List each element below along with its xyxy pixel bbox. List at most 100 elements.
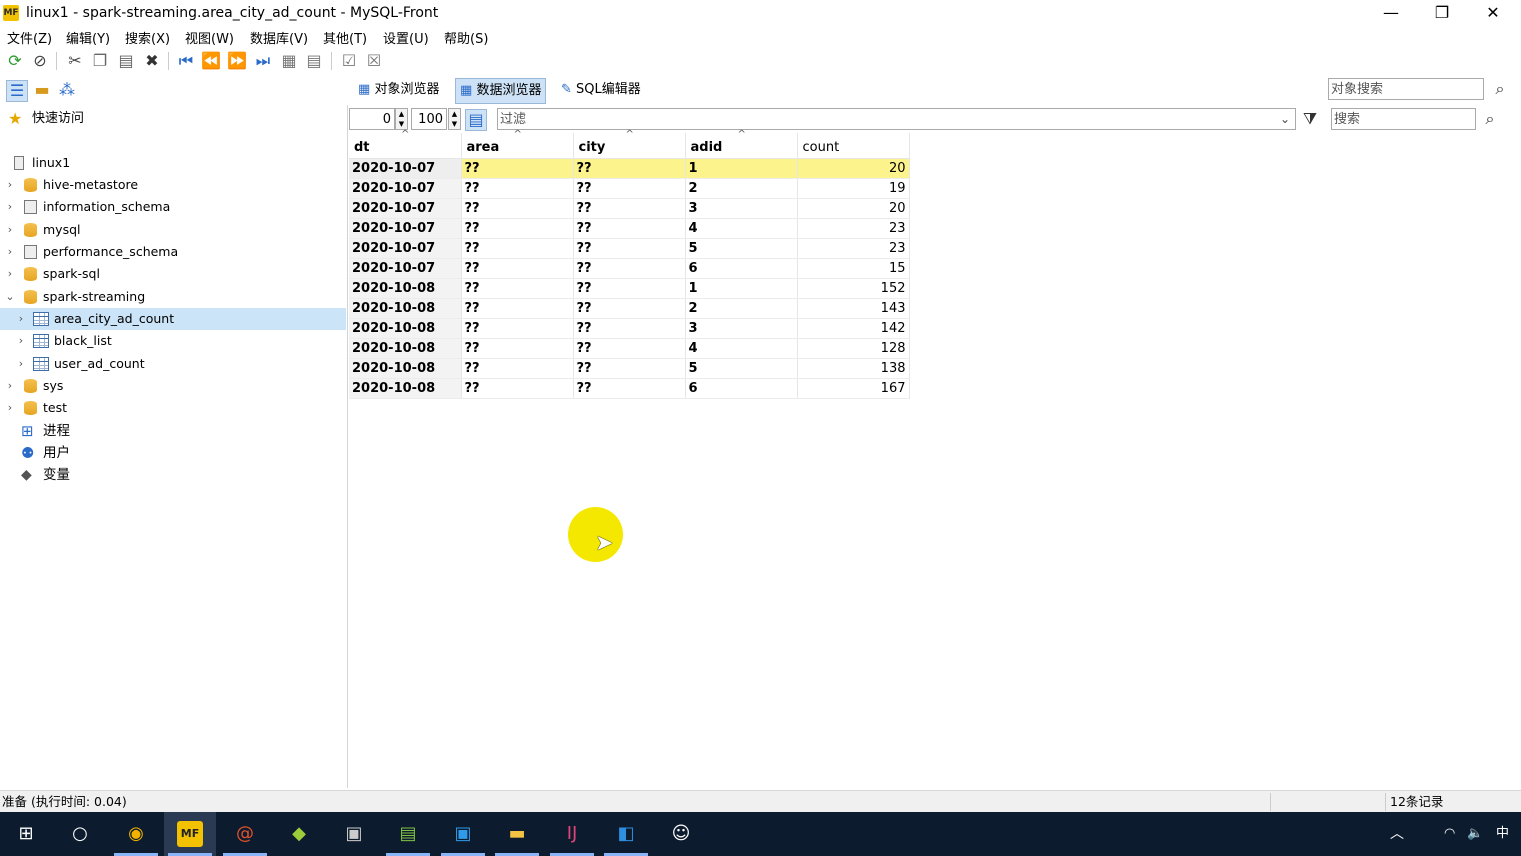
tree-item-database[interactable]: › information_schema bbox=[0, 196, 346, 218]
cell-adid[interactable]: 4 bbox=[685, 338, 798, 359]
quick-access[interactable]: ★ 快速访问 bbox=[0, 108, 346, 130]
cell-dt[interactable]: 2020-10-07 bbox=[349, 158, 462, 179]
chrome-icon[interactable]: ◉ bbox=[110, 812, 162, 856]
chevron-right-icon[interactable]: › bbox=[5, 375, 15, 397]
first-record-icon[interactable]: ⏮ bbox=[176, 51, 196, 71]
last-record-icon[interactable]: ⏭ bbox=[253, 51, 273, 71]
cell-city[interactable]: ?? bbox=[573, 338, 686, 359]
limit-input[interactable]: 100 bbox=[411, 108, 447, 130]
limit-toggle-icon[interactable]: ▤ bbox=[465, 109, 487, 131]
cell-dt[interactable]: 2020-10-08 bbox=[349, 278, 462, 299]
sort-arrow-icon[interactable]: ^ bbox=[514, 129, 522, 140]
table-row[interactable]: 2020-10-07 ?? ?? 2 19 bbox=[349, 178, 910, 199]
cell-dt[interactable]: 2020-10-08 bbox=[349, 298, 462, 319]
cell-adid[interactable]: 5 bbox=[685, 238, 798, 259]
prev-record-icon[interactable]: ⏪ bbox=[201, 51, 221, 71]
tree-item-table[interactable]: › user_ad_count bbox=[0, 353, 346, 375]
chevron-right-icon[interactable]: › bbox=[5, 196, 15, 218]
mind-map-icon[interactable]: ◆ bbox=[273, 812, 325, 856]
cell-city[interactable]: ?? bbox=[573, 298, 686, 319]
menu-database[interactable]: 数据库(V) bbox=[250, 28, 308, 47]
menu-edit[interactable]: 编辑(Y) bbox=[66, 28, 110, 47]
notepad-icon[interactable]: ▤ bbox=[382, 812, 434, 856]
sql-history-icon[interactable]: ⁂ bbox=[57, 80, 77, 100]
mysql-front-icon[interactable]: MF bbox=[164, 812, 216, 856]
stop-icon[interactable]: ⊘ bbox=[30, 51, 50, 71]
table-row[interactable]: 2020-10-08 ?? ?? 3 142 bbox=[349, 318, 910, 339]
cancel-record-icon[interactable]: ☒ bbox=[364, 51, 384, 71]
table-row[interactable]: 2020-10-07 ?? ?? 1 20 bbox=[349, 158, 910, 179]
cell-area[interactable]: ?? bbox=[461, 338, 574, 359]
tree-item-table-selected[interactable]: › area_city_ad_count bbox=[0, 308, 346, 330]
cell-area[interactable]: ?? bbox=[461, 238, 574, 259]
chevron-right-icon[interactable]: › bbox=[5, 263, 15, 285]
menu-file[interactable]: 文件(Z) bbox=[7, 28, 52, 47]
cell-city[interactable]: ?? bbox=[573, 218, 686, 239]
minimize-button[interactable]: — bbox=[1368, 0, 1414, 26]
next-record-icon[interactable]: ⏩ bbox=[227, 51, 247, 71]
cell-count[interactable]: 23 bbox=[797, 238, 910, 259]
cell-area[interactable]: ?? bbox=[461, 218, 574, 239]
folder-view-icon[interactable]: ▬ bbox=[32, 80, 52, 100]
offset-spinner[interactable]: ▲ ▼ bbox=[395, 108, 408, 130]
cell-city[interactable]: ?? bbox=[573, 378, 686, 399]
filter-icon[interactable]: ⧩ bbox=[1300, 109, 1320, 129]
cell-count[interactable]: 128 bbox=[797, 338, 910, 359]
cell-adid[interactable]: 2 bbox=[685, 298, 798, 319]
post-record-icon[interactable]: ☑ bbox=[339, 51, 359, 71]
tree-item-table[interactable]: › black_list bbox=[0, 330, 346, 352]
limit-spinner[interactable]: ▲ ▼ bbox=[448, 108, 461, 130]
cell-adid[interactable]: 4 bbox=[685, 218, 798, 239]
cut-icon[interactable]: ✂ bbox=[65, 51, 85, 71]
offset-input[interactable]: 0 bbox=[349, 108, 395, 130]
cell-dt[interactable]: 2020-10-08 bbox=[349, 318, 462, 339]
object-search-input[interactable]: 对象搜索 bbox=[1328, 78, 1484, 100]
cell-adid[interactable]: 2 bbox=[685, 178, 798, 199]
table-row[interactable]: 2020-10-08 ?? ?? 4 128 bbox=[349, 338, 910, 359]
table-row[interactable]: 2020-10-08 ?? ?? 6 167 bbox=[349, 378, 910, 399]
tab-sql-editor[interactable]: ✎ SQL编辑器 bbox=[557, 78, 645, 102]
cell-count[interactable]: 15 bbox=[797, 258, 910, 279]
cell-area[interactable]: ?? bbox=[461, 198, 574, 219]
tree-item-users[interactable]: ⚉ 用户 bbox=[0, 442, 346, 464]
cell-adid[interactable]: 5 bbox=[685, 358, 798, 379]
cell-count[interactable]: 20 bbox=[797, 158, 910, 179]
cell-count[interactable]: 138 bbox=[797, 358, 910, 379]
close-button[interactable]: ✕ bbox=[1470, 0, 1516, 26]
cell-dt[interactable]: 2020-10-07 bbox=[349, 198, 462, 219]
tree-item-database[interactable]: › performance_schema bbox=[0, 241, 346, 263]
column-header-dt[interactable]: ^ dt bbox=[349, 129, 462, 159]
filter-input[interactable]: 过滤 bbox=[497, 108, 1296, 130]
column-header-area[interactable]: ^ area bbox=[461, 129, 574, 159]
cell-count[interactable]: 143 bbox=[797, 298, 910, 319]
table-row[interactable]: 2020-10-07 ?? ?? 5 23 bbox=[349, 238, 910, 259]
menu-view[interactable]: 视图(W) bbox=[185, 28, 234, 47]
menu-other[interactable]: 其他(T) bbox=[323, 28, 367, 47]
restore-button[interactable]: ❐ bbox=[1419, 0, 1465, 26]
cell-dt[interactable]: 2020-10-07 bbox=[349, 178, 462, 199]
cell-dt[interactable]: 2020-10-07 bbox=[349, 218, 462, 239]
cell-area[interactable]: ?? bbox=[461, 158, 574, 179]
tray-expand-chevron-icon[interactable]: ︿ bbox=[1390, 812, 1404, 856]
table-row[interactable]: 2020-10-08 ?? ?? 1 152 bbox=[349, 278, 910, 299]
file-explorer-icon[interactable]: ▬ bbox=[491, 812, 543, 856]
tree-view-icon[interactable]: ☰ bbox=[6, 80, 28, 102]
table-row[interactable]: 2020-10-08 ?? ?? 5 138 bbox=[349, 358, 910, 379]
table-row[interactable]: 2020-10-08 ?? ?? 2 143 bbox=[349, 298, 910, 319]
cell-count[interactable]: 23 bbox=[797, 218, 910, 239]
paste-icon[interactable]: ▤ bbox=[116, 51, 136, 71]
cell-city[interactable]: ?? bbox=[573, 238, 686, 259]
intellij-icon[interactable]: IJ bbox=[546, 812, 598, 856]
terminal-icon[interactable]: ▣ bbox=[328, 812, 380, 856]
cell-adid[interactable]: 1 bbox=[685, 158, 798, 179]
vscode-icon[interactable]: ◧ bbox=[600, 812, 652, 856]
volume-icon[interactable]: 🔈 bbox=[1467, 812, 1483, 856]
cell-dt[interactable]: 2020-10-07 bbox=[349, 258, 462, 279]
cell-city[interactable]: ?? bbox=[573, 358, 686, 379]
tree-item-processes[interactable]: ⊞ 进程 bbox=[0, 420, 346, 442]
menu-search[interactable]: 搜索(X) bbox=[125, 28, 170, 47]
cell-city[interactable]: ?? bbox=[573, 258, 686, 279]
cell-dt[interactable]: 2020-10-07 bbox=[349, 238, 462, 259]
copy-icon[interactable]: ❐ bbox=[90, 51, 110, 71]
sort-arrow-icon[interactable]: ^ bbox=[626, 129, 634, 140]
